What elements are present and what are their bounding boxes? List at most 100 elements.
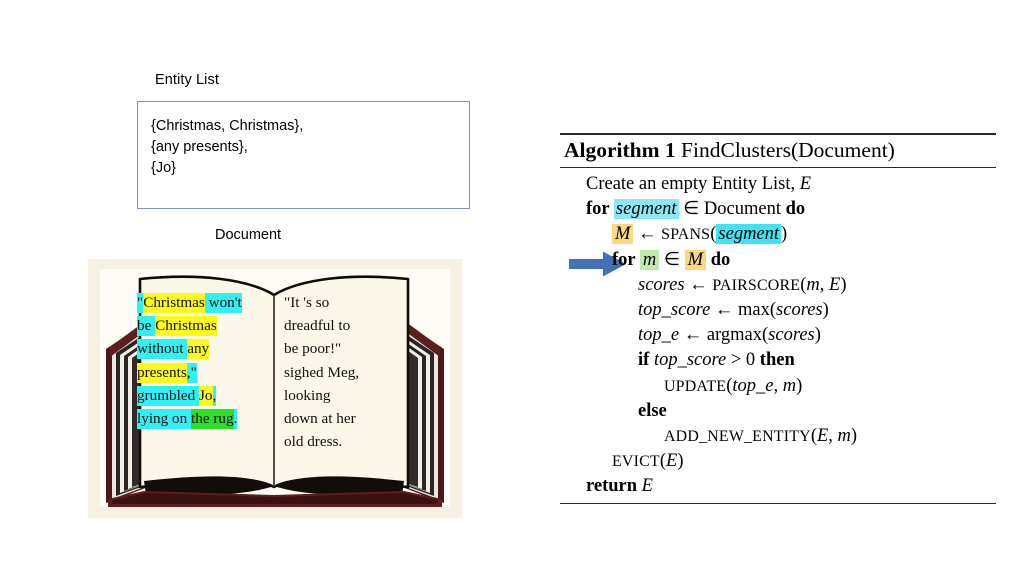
book-text-line: sighed Meg, xyxy=(284,363,360,381)
algorithm-line: for m ∈ M do xyxy=(560,248,996,273)
entity-list-item: {Jo} xyxy=(151,160,176,176)
highlighted-span-cyan: without xyxy=(137,339,188,360)
book-text-line: "Christmas won't xyxy=(137,291,242,314)
entity-list-label: Entity List xyxy=(155,72,219,88)
algorithm-pseudocode-block: Algorithm 1 FindClusters(Document) Creat… xyxy=(560,133,996,505)
highlighted-span-yellow: Jo xyxy=(199,385,213,406)
entity-list-box: {Christmas, Christmas}, {any presents}, {J… xyxy=(137,101,470,209)
algorithm-token: top_e xyxy=(732,375,774,396)
algorithm-token: do xyxy=(785,199,806,220)
algorithm-token: ) xyxy=(850,425,858,446)
algorithm-body: Create an empty Entity List, Efor segmen… xyxy=(560,168,996,503)
highlighted-span-yellow: Christmas xyxy=(155,316,217,337)
algorithm-token: E xyxy=(799,174,812,194)
algorithm-token: for xyxy=(612,249,640,270)
book-text-line: looking xyxy=(284,386,331,404)
algorithm-name: FindClusters(Document) xyxy=(675,138,895,162)
algorithm-token: return xyxy=(586,476,642,497)
algorithm-token: ← xyxy=(684,274,713,295)
algorithm-line: return E xyxy=(560,474,996,499)
algorithm-token: E xyxy=(816,425,829,446)
algorithm-line: EVICT(E) xyxy=(560,449,996,474)
highlighted-span-cyan: , xyxy=(212,385,217,406)
algorithm-line: top_e ← argmax(scores) xyxy=(560,323,996,348)
algorithm-token: UPDATE xyxy=(664,377,727,395)
algorithm-number: Algorithm 1 xyxy=(564,138,676,162)
algorithm-token: EVICT xyxy=(612,453,660,471)
algorithm-token: ) xyxy=(814,325,821,346)
algorithm-highlighted-token: m xyxy=(639,249,660,270)
algorithm-line: if top_score > 0 then xyxy=(560,348,996,373)
algorithm-token: ← argmax( xyxy=(679,325,769,346)
algorithm-token: ∈ Document xyxy=(678,199,786,220)
algorithm-token: m xyxy=(806,274,820,295)
book-text-line: "It 's so xyxy=(284,294,330,311)
algorithm-token: > 0 xyxy=(726,350,760,371)
algorithm-token: PAIRSCORE xyxy=(712,276,801,294)
algorithm-line: for segment ∈ Document do xyxy=(560,197,996,222)
algorithm-line: scores ← PAIRSCORE(m, E) xyxy=(560,273,996,298)
highlighted-span-cyan: grumbled xyxy=(137,385,200,406)
highlighted-span-cyan: lying on xyxy=(137,408,192,429)
highlighted-span-yellow: Christmas xyxy=(143,293,205,313)
algorithm-highlighted-token: M xyxy=(612,224,634,245)
algorithm-token: do xyxy=(706,249,731,270)
book-right-page-text: "It 's so dreadful to be poor!" sighed Meg,… xyxy=(284,291,359,453)
algorithm-token: E xyxy=(829,274,841,295)
algorithm-token: ) xyxy=(677,451,684,472)
book-text-line: be Christmas xyxy=(137,314,242,337)
book-text-line: old dress. xyxy=(284,433,343,451)
algorithm-token: E xyxy=(641,476,653,497)
algorithm-token: if xyxy=(638,350,654,371)
algorithm-token: ) xyxy=(840,274,847,295)
algorithm-token: scores xyxy=(768,325,815,346)
book-text-line: dreadful to xyxy=(284,317,351,335)
algorithm-token: scores xyxy=(638,274,685,295)
algorithm-token: top_e xyxy=(638,325,680,346)
algorithm-bottom-rule xyxy=(560,503,996,505)
book-text-line: down at her xyxy=(284,409,356,427)
algorithm-token: top_score xyxy=(653,350,727,371)
algorithm-token: scores xyxy=(776,299,823,320)
algorithm-token: ← max( xyxy=(710,299,777,320)
algorithm-highlighted-token: segment xyxy=(716,224,782,245)
algorithm-token: , xyxy=(828,425,838,446)
algorithm-token: ADD_NEW_ENTITY xyxy=(664,427,811,445)
algorithm-token: m xyxy=(837,425,851,446)
algorithm-line: ADD_NEW_ENTITY(E, m) xyxy=(560,424,996,449)
book-text-line: be poor!" xyxy=(284,340,342,358)
highlighted-span-cyan: . xyxy=(233,408,238,429)
algorithm-title: Algorithm 1 FindClusters(Document) xyxy=(560,135,996,167)
document-label: Document xyxy=(215,227,282,243)
algorithm-highlighted-token: segment xyxy=(613,199,679,220)
algorithm-line: M ← SPANS(segment) xyxy=(560,222,996,247)
algorithm-token: Create an empty Entity List, xyxy=(586,174,800,194)
algorithm-line: top_score ← max(scores) xyxy=(560,298,996,323)
algorithm-token: m xyxy=(782,375,797,396)
document-book-illustration: "Christmas won't be Christmas without any… xyxy=(88,259,462,518)
algorithm-token: then xyxy=(759,350,795,371)
book-text-line: lying on the rug. xyxy=(137,407,242,430)
highlighted-span-yellow: presents xyxy=(137,362,187,383)
algorithm-token: SPANS xyxy=(661,226,711,244)
book-text-line: without any xyxy=(137,337,242,360)
algorithm-highlighted-token: M xyxy=(684,249,707,270)
highlighted-span-cyan: be xyxy=(137,316,156,337)
entity-list-items: {Christmas, Christmas}, {any presents}, {J… xyxy=(138,102,469,179)
highlighted-span-green: the rug xyxy=(191,408,234,429)
algorithm-token: , xyxy=(773,375,783,396)
algorithm-line: else xyxy=(560,399,996,424)
algorithm-token: , xyxy=(819,274,829,295)
highlighted-span-yellow: any xyxy=(187,339,210,360)
highlighted-span-cyan: ," xyxy=(186,362,197,383)
algorithm-line: UPDATE(top_e, m) xyxy=(560,374,996,399)
entity-list-item: {any presents}, xyxy=(151,139,248,155)
entity-list-item: {Christmas, Christmas}, xyxy=(151,118,304,134)
algorithm-token: ← xyxy=(633,224,662,245)
algorithm-token: ) xyxy=(796,375,803,396)
algorithm-token: for xyxy=(586,199,614,220)
algorithm-token: ) xyxy=(781,224,788,245)
algorithm-line: Create an empty Entity List, E xyxy=(560,172,996,197)
highlighted-span-cyan: won't xyxy=(208,293,242,313)
algorithm-token: ) xyxy=(822,299,829,320)
